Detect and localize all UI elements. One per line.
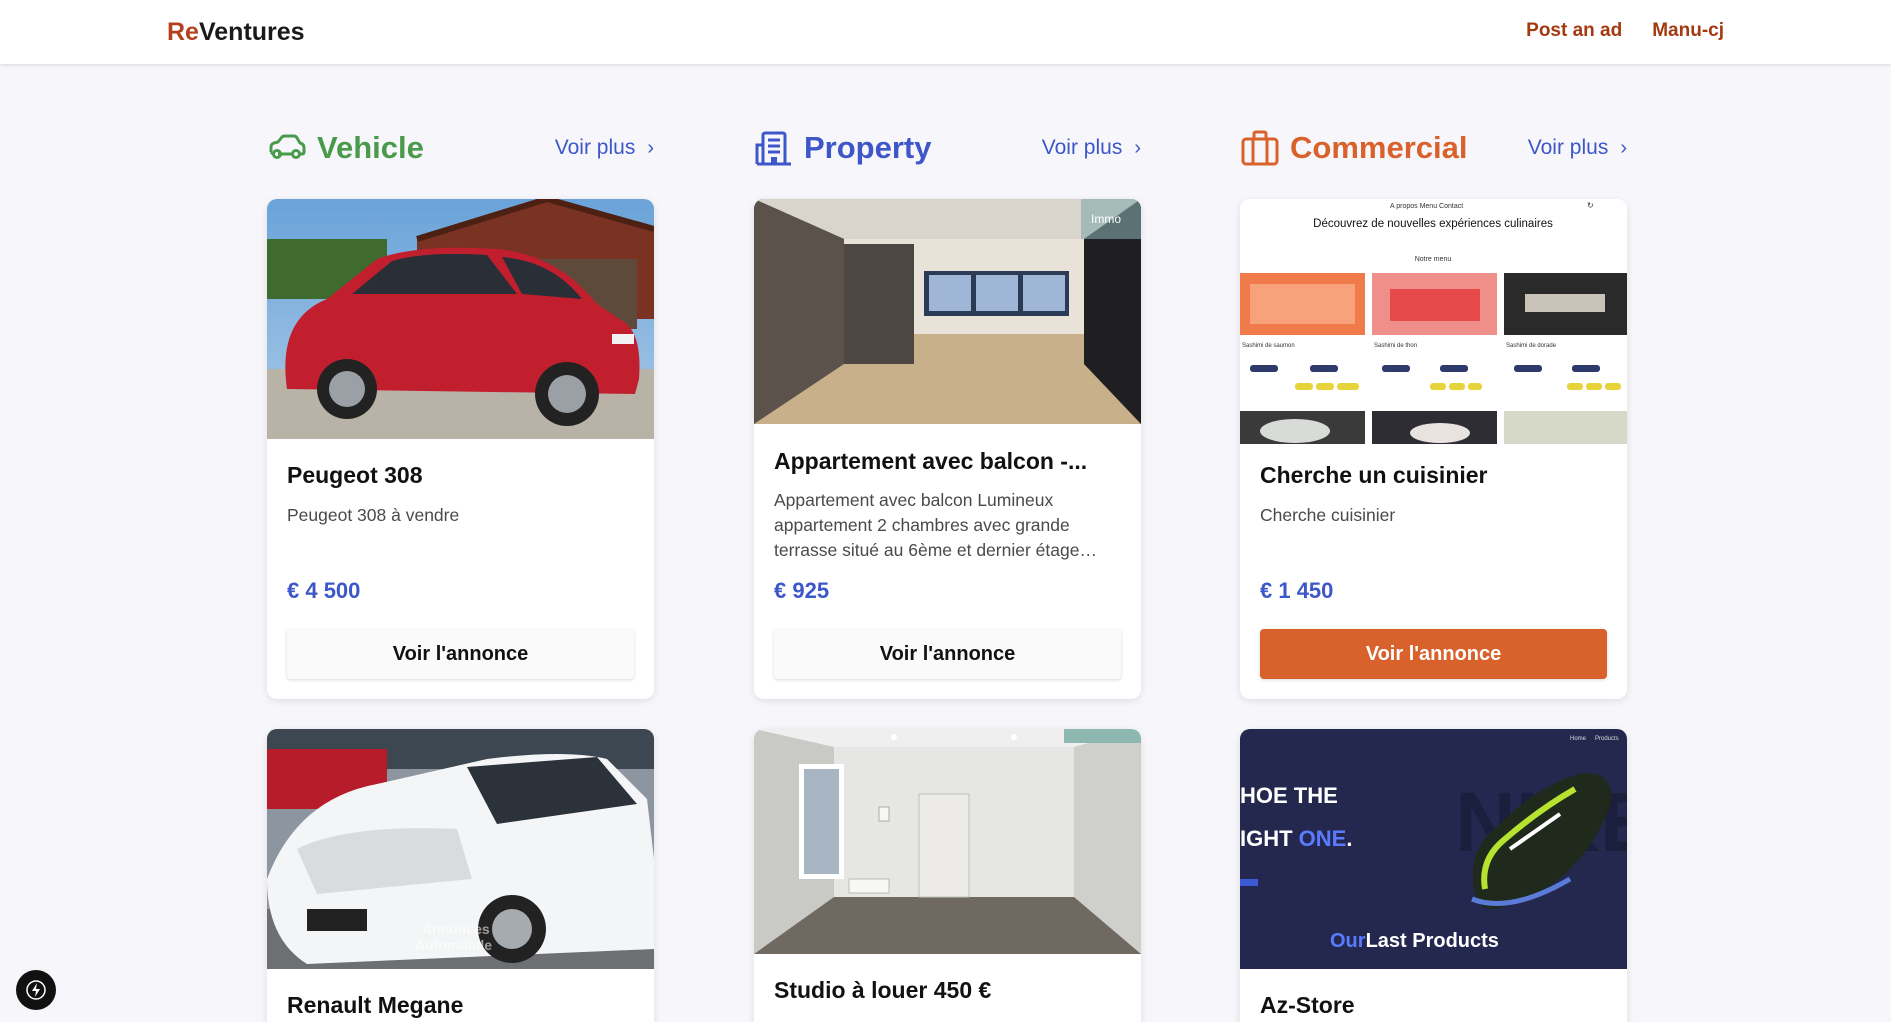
building-icon: [755, 131, 791, 166]
preview-item-1: Sashimi de saumon: [1242, 343, 1295, 349]
floating-bolt-button[interactable]: [16, 970, 56, 1010]
vehicle-voir-plus-link[interactable]: Voir plus ›: [555, 136, 654, 160]
watermark-line2: Automobile: [415, 937, 492, 953]
listing-image-white-car[interactable]: Annonces Automobile: [267, 729, 654, 969]
preview-heading: Découvrez de nouvelles expériences culin…: [1313, 218, 1553, 230]
vehicle-section-title: Vehicle: [267, 128, 424, 168]
logo-prefix: Re: [167, 18, 199, 46]
listing-description: Peugeot 308 à vendre: [287, 505, 460, 525]
listing-title[interactable]: Cherche un cuisinier: [1260, 462, 1607, 489]
preview-item-2: Sashimi de thon: [1374, 343, 1417, 349]
commercial-section-header: Commercial Voir plus ›: [1240, 128, 1627, 168]
listing-image-studio[interactable]: [754, 729, 1141, 954]
white-car-photo: Annonces Automobile: [267, 729, 654, 969]
listing-card: Annonces Automobile Renault Megane: [267, 729, 654, 1022]
preview-nav-products: Products: [1595, 736, 1619, 742]
listing-title[interactable]: Appartement avec balcon -...: [774, 448, 1121, 475]
listing-image-shoe-store[interactable]: Home Products NIKE HOE THE IGHT ONE. Our…: [1240, 729, 1627, 969]
listing-image-restaurant-site[interactable]: A propos Menu Contact ↻ Découvrez de nou…: [1240, 199, 1627, 444]
listing-price: € 1 450: [1260, 578, 1334, 603]
listing-card: Peugeot 308 Peugeot 308 à vendre € 4 500…: [267, 199, 654, 699]
header-nav: Post an ad Manu-cj: [1526, 20, 1724, 42]
chevron-right-icon: ›: [647, 136, 654, 159]
watermark-line1: Annonces: [422, 921, 490, 937]
vehicle-section-header: Vehicle Voir plus ›: [267, 128, 654, 168]
logo-suffix: Ventures: [198, 18, 305, 46]
listing-title[interactable]: Renault Megane: [287, 992, 634, 1019]
site-logo[interactable]: ReVentures: [167, 18, 305, 47]
view-listing-button[interactable]: Voir l'annonce: [1260, 629, 1607, 679]
red-car-photo: [267, 199, 654, 439]
listing-card: Immo Appartement avec balcon -... Appart…: [754, 199, 1141, 699]
commercial-section-title: Commercial: [1240, 128, 1467, 168]
preview-headline-1: HOE THE: [1240, 783, 1338, 808]
chevron-right-icon: ›: [1620, 136, 1627, 159]
preview-menu-label: Notre menu: [1415, 256, 1452, 263]
view-listing-button[interactable]: Voir l'annonce: [774, 629, 1121, 679]
property-title-text: Property: [804, 130, 932, 165]
top-navbar: ReVentures Post an ad Manu-cj: [0, 0, 1891, 64]
listing-title[interactable]: Az-Store: [1260, 992, 1607, 1019]
user-menu-link[interactable]: Manu-cj: [1652, 20, 1724, 42]
bolt-icon: [26, 980, 46, 1000]
studio-photo: [754, 729, 1141, 954]
property-voir-plus-link[interactable]: Voir plus ›: [1042, 136, 1141, 160]
listing-card: Home Products NIKE HOE THE IGHT ONE. Our…: [1240, 729, 1627, 1022]
voir-plus-label: Voir plus: [1527, 136, 1609, 159]
restaurant-website-screenshot: A propos Menu Contact ↻ Découvrez de nou…: [1240, 199, 1627, 444]
listing-image-apartment[interactable]: Immo: [754, 199, 1141, 424]
voir-plus-label: Voir plus: [1041, 136, 1123, 159]
car-icon: [269, 134, 306, 159]
listing-title[interactable]: Peugeot 308: [287, 462, 634, 489]
voir-plus-label: Voir plus: [554, 136, 636, 159]
commercial-title-text: Commercial: [1290, 130, 1468, 165]
listing-image-red-car[interactable]: [267, 199, 654, 439]
chevron-right-icon: ›: [1134, 136, 1141, 159]
property-section-header: Property Voir plus ›: [754, 128, 1141, 168]
preview-nav-home: Home: [1570, 736, 1587, 742]
listing-title[interactable]: Studio à louer 450 €: [774, 977, 1121, 1004]
listing-price: € 4 500: [287, 578, 361, 603]
immo-watermark: Immo: [1091, 212, 1121, 226]
preview-headline-2: IGHT ONE.: [1240, 826, 1352, 851]
apartment-photo: Immo: [754, 199, 1141, 424]
property-section-title: Property: [754, 128, 931, 168]
listing-card: Studio à louer 450 €: [754, 729, 1141, 1022]
preview-nav: A propos Menu Contact: [1390, 203, 1463, 210]
listing-description: Cherche cuisinier: [1260, 505, 1396, 525]
listing-description: Appartement avec balcon Lumineux apparte…: [774, 490, 1097, 560]
briefcase-icon: [1241, 130, 1279, 166]
refresh-icon: ↻: [1587, 201, 1594, 210]
view-listing-button[interactable]: Voir l'annonce: [287, 629, 634, 679]
shoe-store-website-screenshot: Home Products NIKE HOE THE IGHT ONE. Our…: [1240, 729, 1627, 969]
listing-card: A propos Menu Contact ↻ Découvrez de nou…: [1240, 199, 1627, 699]
preview-item-3: Sashimi de dorade: [1506, 343, 1557, 349]
preview-footer: OurLast Products: [1330, 930, 1499, 952]
vehicle-title-text: Vehicle: [317, 130, 424, 165]
commercial-voir-plus-link[interactable]: Voir plus ›: [1528, 136, 1627, 160]
listing-price: € 925: [774, 578, 830, 603]
post-ad-link[interactable]: Post an ad: [1526, 20, 1622, 42]
